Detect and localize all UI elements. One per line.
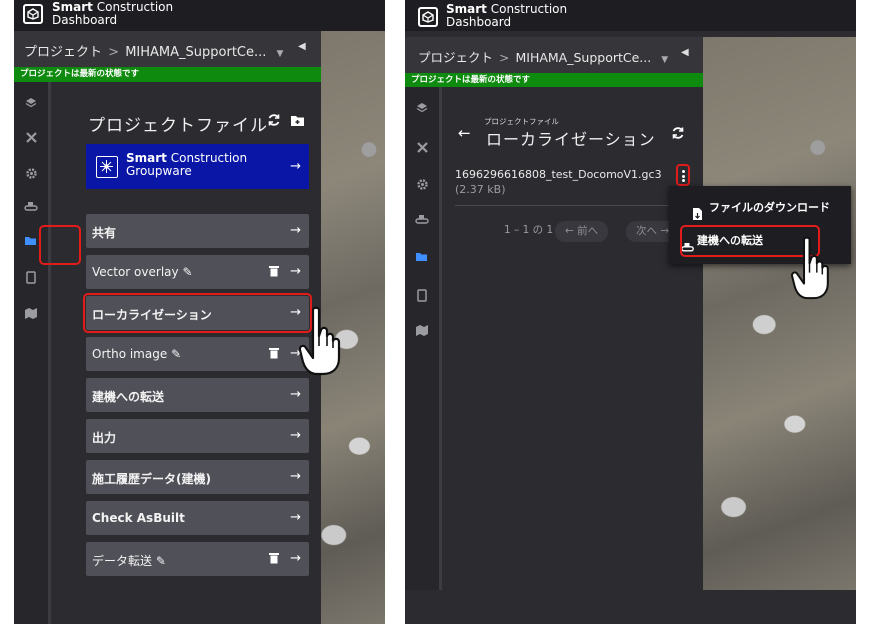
file-category-vector-overlay[interactable]: Vector overlay ✎ → xyxy=(86,255,309,289)
groupware-label: Smart Construction Groupware xyxy=(126,151,248,178)
more-vert-icon[interactable] xyxy=(676,164,690,186)
gear-icon[interactable] xyxy=(22,164,40,182)
map-icon[interactable] xyxy=(413,321,431,339)
groupware-button[interactable]: Smart Construction Groupware → xyxy=(86,144,309,189)
section-title: プロジェクトファイル xyxy=(88,116,268,136)
file-category-check-asbuilt[interactable]: Check AsBuilt → xyxy=(86,501,309,535)
footer-strip xyxy=(405,590,856,624)
collapse-panel-icon[interactable]: ◀ xyxy=(681,47,689,58)
add-folder-icon[interactable] xyxy=(288,111,306,129)
pointing-hand-icon xyxy=(299,306,341,376)
chevron-down-icon[interactable]: ▼ xyxy=(277,49,284,59)
file-list-item[interactable]: 1696296616808_test_DocomoV1.gc3 (2.37 kB… xyxy=(455,167,677,197)
tools-icon[interactable] xyxy=(413,138,431,156)
app-logo-icon xyxy=(23,4,43,24)
file-category-share[interactable]: 共有 → xyxy=(86,214,309,248)
prev-page-button[interactable]: ← 前へ xyxy=(555,221,609,242)
arrow-right-icon: → xyxy=(290,264,301,279)
chevron-down-icon[interactable]: ▼ xyxy=(661,55,668,65)
localization-highlight-box xyxy=(83,293,312,333)
layers-icon[interactable] xyxy=(22,94,40,112)
download-file-menu-item[interactable]: ファイルのダウンロード xyxy=(669,193,851,223)
pencil-icon: ✎ xyxy=(171,347,182,361)
collapse-panel-icon[interactable]: ◀ xyxy=(298,41,306,52)
file-name: 1696296616808_test_DocomoV1.gc3 xyxy=(455,168,662,181)
breadcrumb-root[interactable]: プロジェクト xyxy=(418,50,493,65)
app-brand: Smart Construction Dashboard xyxy=(52,0,174,27)
folder-icon[interactable] xyxy=(413,248,431,266)
tools-icon[interactable] xyxy=(22,128,40,146)
pencil-icon: ✎ xyxy=(155,554,166,568)
file-size: (2.37 kB) xyxy=(455,183,506,196)
trash-icon[interactable] xyxy=(269,265,279,277)
folder-highlight-box xyxy=(39,225,81,265)
file-category-ortho-image[interactable]: Ortho image ✎ → xyxy=(86,337,309,371)
pointing-hand-icon xyxy=(791,236,829,300)
breadcrumb-project[interactable]: MIHAMA_SupportCe... xyxy=(125,45,266,60)
layers-icon[interactable] xyxy=(413,99,431,117)
app-brand: Smart Construction Dashboard xyxy=(446,2,568,29)
pencil-icon: ✎ xyxy=(182,265,193,279)
file-category-output[interactable]: 出力 → xyxy=(86,419,309,453)
arrow-right-icon: → xyxy=(290,428,301,443)
breadcrumb-separator: > xyxy=(499,50,510,65)
right-screenshot-panel: Smart Construction Dashboard プロジェクト > MI… xyxy=(405,0,856,624)
rail-divider xyxy=(48,82,51,624)
arrow-right-icon: → xyxy=(290,223,301,238)
gear-icon[interactable] xyxy=(413,175,431,193)
trash-icon[interactable] xyxy=(269,552,279,564)
back-arrow-icon[interactable]: ← xyxy=(458,124,471,142)
tablet-icon[interactable] xyxy=(22,268,40,286)
arrow-right-icon: → xyxy=(290,387,301,402)
refresh-icon[interactable] xyxy=(265,111,283,129)
refresh-icon[interactable] xyxy=(669,124,687,142)
page-title: ローカライゼーション xyxy=(486,130,656,149)
arrow-right-icon: → xyxy=(290,469,301,484)
arrow-right-icon: → xyxy=(290,159,301,174)
machine-icon[interactable] xyxy=(22,198,40,216)
map-view[interactable] xyxy=(703,37,856,590)
arrow-right-icon: → xyxy=(290,510,301,525)
arrow-right-icon: → xyxy=(290,551,301,566)
trash-icon[interactable] xyxy=(269,347,279,359)
file-category-data-transfer[interactable]: データ転送 ✎ → xyxy=(86,542,309,576)
app-logo-icon xyxy=(418,7,438,27)
breadcrumb-separator: > xyxy=(108,45,120,60)
pagination-range: 1 – 1 の 1 xyxy=(504,224,554,236)
breadcrumb-project[interactable]: MIHAMA_SupportCe... xyxy=(515,50,651,65)
left-screenshot-panel: Smart Construction Dashboard プロジェクト > MI… xyxy=(14,0,385,624)
file-category-construction-history[interactable]: 施工履歴データ(建機) → xyxy=(86,460,309,494)
breadcrumb-root[interactable]: プロジェクト xyxy=(24,45,102,60)
machine-icon[interactable] xyxy=(413,211,431,229)
side-rail xyxy=(14,82,48,624)
folder-icon[interactable] xyxy=(22,232,40,250)
file-category-machine-transfer[interactable]: 建機への転送 → xyxy=(86,378,309,412)
groupware-logo-icon xyxy=(96,156,118,178)
app-header: Smart Construction Dashboard xyxy=(405,0,856,31)
tablet-icon[interactable] xyxy=(413,286,431,304)
rail-divider xyxy=(439,87,442,590)
list-divider xyxy=(455,205,685,206)
app-header: Smart Construction Dashboard xyxy=(14,0,385,31)
side-rail xyxy=(405,87,439,624)
map-icon[interactable] xyxy=(22,304,40,322)
